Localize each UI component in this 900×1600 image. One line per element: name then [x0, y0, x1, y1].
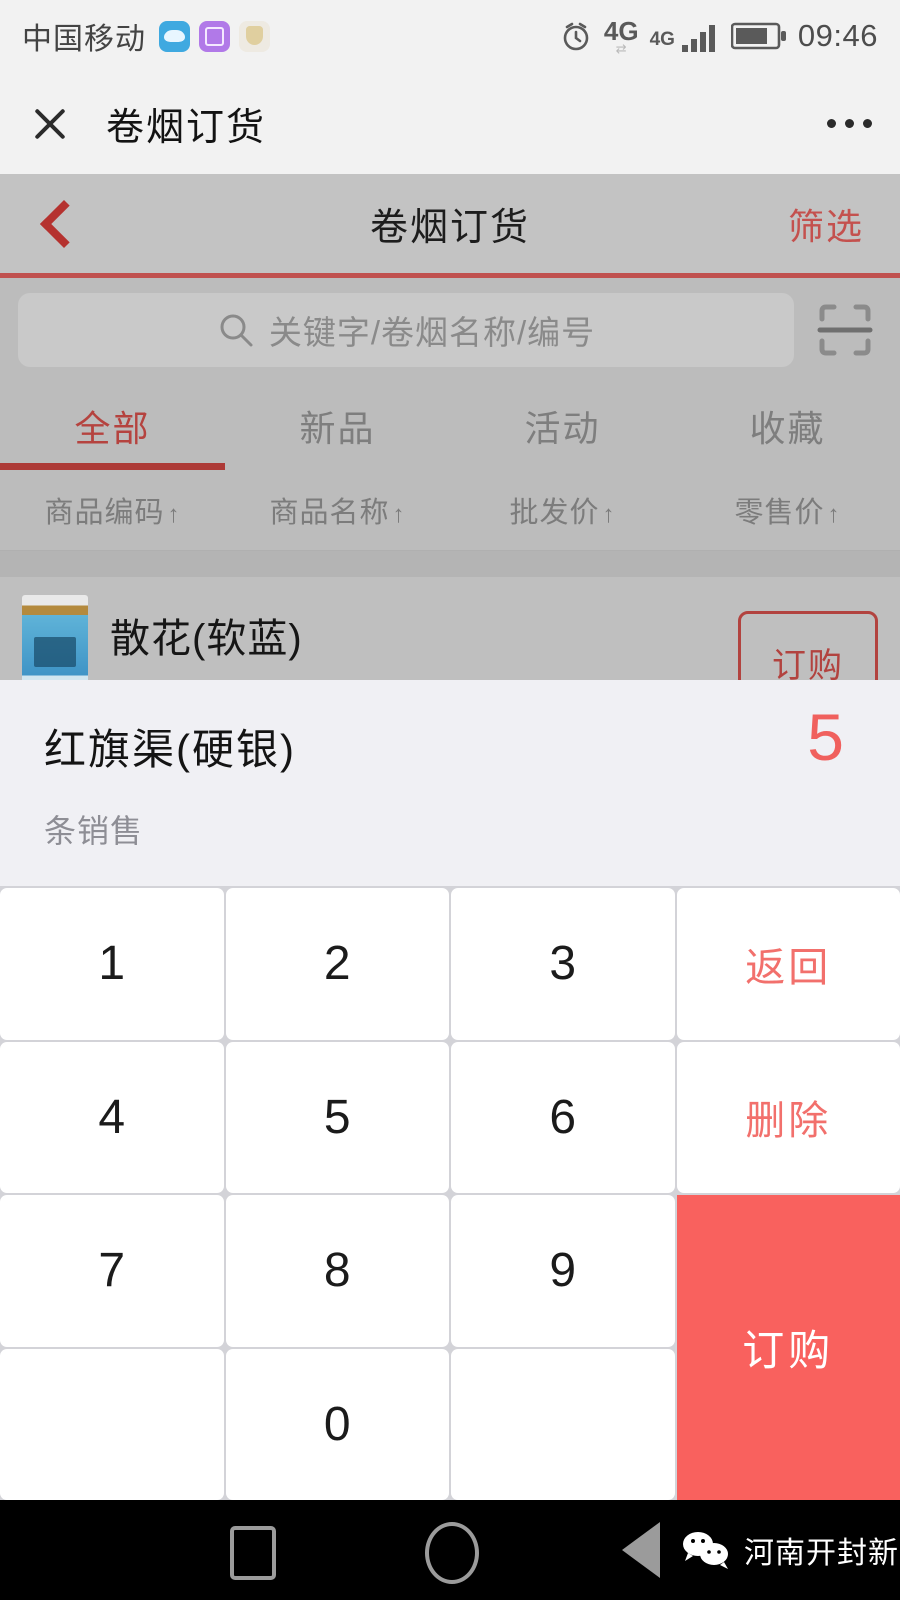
order-product-name: 红旗渠(硬银) — [44, 726, 296, 773]
alarm-icon — [563, 22, 589, 51]
signal-bars-icon — [681, 25, 715, 52]
key-5[interactable]: 5 — [225, 1041, 449, 1193]
key-9[interactable]: 9 — [451, 1195, 675, 1347]
key-7[interactable]: 7 — [0, 1195, 224, 1347]
sort-arrow-icon: ↑ — [827, 501, 841, 528]
scan-qr-icon — [817, 304, 873, 356]
chevron-left-icon — [39, 199, 89, 248]
square-recents-icon[interactable] — [230, 1526, 276, 1580]
back-button[interactable] — [0, 199, 120, 248]
tab-all[interactable]: 全部 — [0, 382, 225, 470]
battery-icon — [730, 22, 786, 50]
wechat-logo-icon — [683, 1532, 728, 1569]
clock-label: 09:46 — [797, 18, 878, 53]
weather-app-icon — [159, 20, 190, 52]
key-3[interactable]: 3 — [451, 888, 675, 1040]
list-separator — [0, 551, 900, 577]
phone-screen: 中国移动 4G ⇄ 4G 09:46 卷烟订货 卷烟订货 筛选 关键字/卷烟名称… — [0, 0, 900, 1600]
gallery-app-icon — [199, 20, 230, 52]
key-6[interactable]: 6 — [451, 1041, 675, 1193]
notification-icons — [159, 20, 270, 52]
status-bar: 中国移动 4G ⇄ 4G 09:46 — [0, 0, 900, 72]
sort-arrow-icon: ↑ — [602, 501, 616, 528]
key-1[interactable]: 1 — [0, 888, 224, 1040]
sort-label-retail: 零售价 — [734, 497, 825, 529]
category-tabs: 全部 新品 活动 收藏 — [0, 382, 900, 470]
key-blank-right — [451, 1348, 675, 1500]
confirm-order-button[interactable]: 订购 — [676, 1195, 900, 1500]
tab-promo[interactable]: 活动 — [450, 382, 675, 470]
sort-label-code: 商品编码 — [44, 497, 165, 529]
triangle-back-icon[interactable] — [622, 1522, 660, 1578]
tab-favorite[interactable]: 收藏 — [675, 382, 900, 470]
product-name: 散花(软蓝) — [110, 616, 303, 661]
search-placeholder: 关键字/卷烟名称/编号 — [268, 314, 596, 351]
wechat-title-bar: 卷烟订货 — [0, 72, 900, 174]
filter-button[interactable]: 筛选 — [788, 198, 864, 250]
network-type-primary: 4G ⇄ — [603, 15, 639, 56]
watermark-text: 河南开封新商盟 — [744, 1537, 900, 1570]
order-sheet: 红旗渠(硬银) 5 条销售 1 2 3 返回 4 5 6 删除 7 8 9 订购… — [0, 680, 900, 1500]
sort-bar: 商品编码 ↑ 商品名称 ↑ 批发价 ↑ 零售价 ↑ — [0, 470, 900, 551]
android-nav-bar: 河南开封新商盟 — [0, 1500, 900, 1600]
key-delete[interactable]: 删除 — [676, 1041, 900, 1193]
search-icon — [220, 314, 253, 347]
page-title: 卷烟订货 — [369, 207, 530, 249]
app-navbar: 卷烟订货 筛选 — [0, 174, 900, 278]
numeric-keypad: 1 2 3 返回 4 5 6 删除 7 8 9 订购 0 — [0, 886, 900, 1500]
order-quantity-value: 5 — [807, 700, 844, 774]
order-unit-label: 条销售 — [44, 813, 144, 849]
sort-by-code[interactable]: 商品编码 ↑ — [0, 489, 225, 531]
tab-new[interactable]: 新品 — [225, 382, 450, 470]
sort-by-wholesale[interactable]: 批发价 ↑ — [450, 489, 675, 531]
key-4[interactable]: 4 — [0, 1041, 224, 1193]
status-right-cluster: 4G ⇄ 4G 09:46 — [559, 18, 878, 55]
key-blank-left — [0, 1348, 224, 1500]
search-input[interactable]: 关键字/卷烟名称/编号 — [18, 293, 794, 367]
key-2[interactable]: 2 — [225, 888, 449, 1040]
key-back[interactable]: 返回 — [676, 888, 900, 1040]
carrier-label: 中国移动 — [22, 23, 146, 56]
order-sheet-header: 红旗渠(硬银) 5 条销售 — [0, 680, 900, 886]
sort-arrow-icon: ↑ — [392, 501, 406, 528]
key-0[interactable]: 0 — [225, 1348, 449, 1500]
sort-label-wholesale: 批发价 — [509, 497, 600, 529]
search-row: 关键字/卷烟名称/编号 — [0, 278, 900, 382]
close-icon[interactable] — [28, 101, 72, 145]
sort-by-retail[interactable]: 零售价 ↑ — [675, 489, 900, 531]
sort-arrow-icon: ↑ — [167, 501, 181, 528]
key-8[interactable]: 8 — [225, 1195, 449, 1347]
more-options-icon[interactable] — [827, 118, 872, 128]
wechat-watermark: 河南开封新商盟 — [680, 1528, 900, 1572]
circle-home-icon[interactable] — [425, 1522, 479, 1584]
scan-qr-button[interactable] — [808, 293, 882, 367]
network-type-secondary: 4G — [649, 28, 675, 50]
shield-app-icon — [239, 20, 270, 52]
sort-label-name: 商品名称 — [269, 497, 390, 529]
sort-by-name[interactable]: 商品名称 ↑ — [225, 489, 450, 531]
webview-title: 卷烟订货 — [106, 106, 267, 149]
